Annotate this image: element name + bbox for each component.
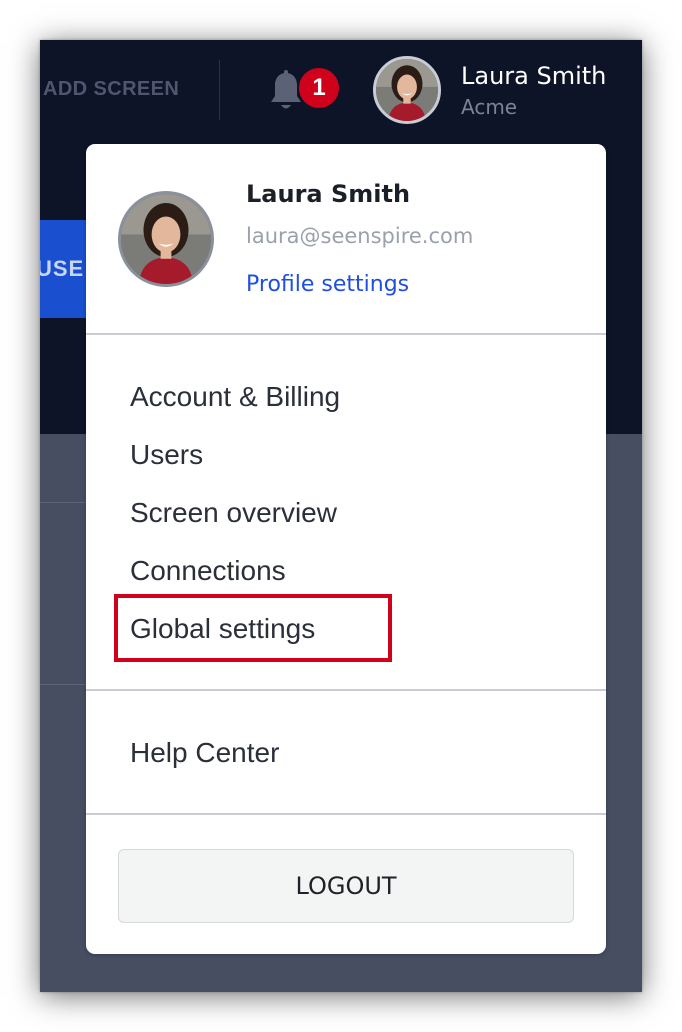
background-tab-label: USE — [40, 256, 85, 281]
profile-name: Laura Smith — [246, 180, 411, 208]
profile-settings-link[interactable]: Profile settings — [246, 272, 409, 297]
menu-item-help-center[interactable]: Help Center — [130, 737, 279, 769]
menu-item-account-billing[interactable]: Account & Billing — [130, 381, 340, 413]
menu-item-screen-overview[interactable]: Screen overview — [130, 497, 337, 529]
profile-email: laura@seenspire.com — [246, 224, 474, 248]
divider — [86, 813, 606, 815]
menu-item-connections[interactable]: Connections — [130, 555, 286, 587]
divider — [86, 689, 606, 691]
top-navbar: ADD SCREEN 1 Laura Smith Acme — [40, 40, 642, 140]
row-divider — [40, 684, 86, 685]
nav-organization: Acme — [461, 95, 518, 119]
global-settings-highlight — [114, 594, 392, 662]
avatar[interactable] — [373, 56, 441, 124]
nav-divider — [219, 60, 220, 120]
logout-button[interactable]: LOGOUT — [118, 849, 574, 923]
user-dropdown-menu: Laura Smith laura@seenspire.com Profile … — [86, 144, 606, 954]
row-divider — [40, 502, 86, 503]
divider — [86, 333, 606, 335]
background-tab[interactable]: USE — [40, 220, 86, 318]
menu-item-users[interactable]: Users — [130, 439, 203, 471]
avatar — [118, 191, 214, 287]
add-screen-button[interactable]: ADD SCREEN — [43, 78, 179, 101]
nav-user-name[interactable]: Laura Smith — [461, 62, 606, 90]
notification-count-badge[interactable]: 1 — [297, 66, 341, 110]
